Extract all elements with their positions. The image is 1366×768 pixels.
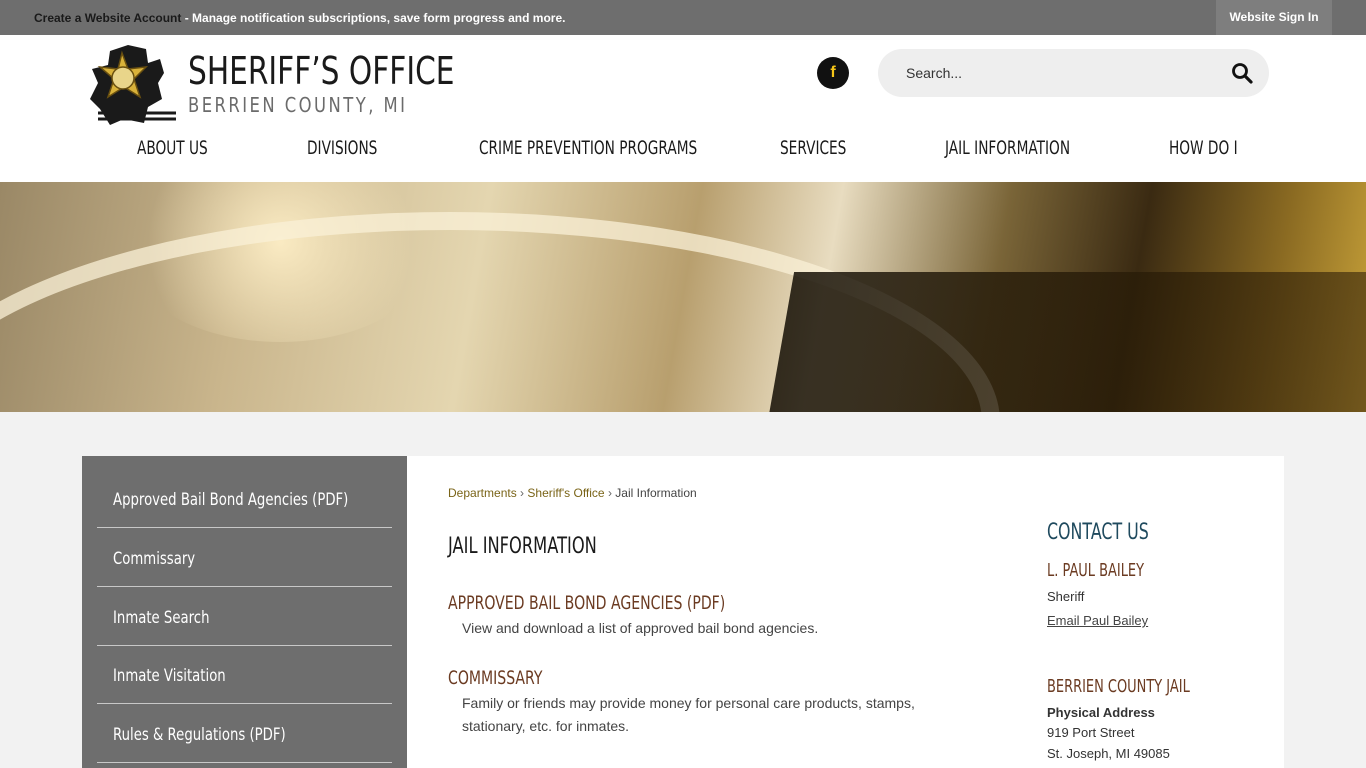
sidebar-item-inmate-search[interactable]: Inmate Search bbox=[97, 587, 392, 646]
contact-person-name: L. PAUL BAILEY bbox=[1047, 560, 1145, 581]
section-title-bail-bond[interactable]: APPROVED BAIL BOND AGENCIES (PDF) bbox=[448, 592, 725, 614]
hero-shadow bbox=[765, 272, 1366, 412]
sidebar-item-label: Commissary bbox=[113, 549, 196, 569]
sidebar-item-inmate-visitation[interactable]: Inmate Visitation bbox=[97, 645, 392, 704]
section-title-commissary[interactable]: COMMISSARY bbox=[448, 667, 542, 689]
nav-item-jail-information[interactable]: JAIL INFORMATION bbox=[945, 137, 1070, 159]
sidebar-item-rules[interactable]: Rules & Regulations (PDF) bbox=[97, 704, 392, 763]
sidebar-item-label: Rules & Regulations (PDF) bbox=[113, 725, 286, 745]
main-content: Departments › Sheriff's Office › Jail In… bbox=[407, 456, 1284, 768]
site-subtitle: BERRIEN COUNTY, MI bbox=[188, 93, 408, 117]
search-icon[interactable] bbox=[1230, 61, 1254, 85]
sheriff-star-logo-icon[interactable] bbox=[88, 43, 180, 127]
nav-item-crime-prevention[interactable]: CRIME PREVENTION PROGRAMS bbox=[479, 137, 697, 159]
website-sign-in-button[interactable]: Website Sign In bbox=[1216, 0, 1332, 35]
sidebar-item-label: Inmate Visitation bbox=[113, 666, 226, 686]
breadcrumb-link-sheriffs-office[interactable]: Sheriff's Office bbox=[527, 486, 604, 500]
create-account-description: - Manage notification subscriptions, sav… bbox=[181, 11, 566, 25]
contact-person-title: Sheriff bbox=[1047, 589, 1085, 604]
nav-item-about-us[interactable]: ABOUT US bbox=[137, 137, 208, 159]
section-desc-commissary: Family or friends may provide money for … bbox=[462, 695, 915, 734]
top-bar: Create a Website Account - Manage notifi… bbox=[0, 0, 1366, 35]
contact-email-link[interactable]: Email Paul Bailey bbox=[1047, 613, 1148, 628]
site-header: SHERIFF’S OFFICE BERRIEN COUNTY, MI f AB… bbox=[0, 35, 1366, 182]
search-input[interactable] bbox=[906, 63, 1206, 83]
breadcrumb: Departments › Sheriff's Office › Jail In… bbox=[448, 486, 697, 500]
breadcrumb-separator: › bbox=[607, 486, 612, 500]
site-title[interactable]: SHERIFF’S OFFICE bbox=[188, 49, 455, 93]
address-label: Physical Address bbox=[1047, 705, 1155, 720]
nav-item-services[interactable]: SERVICES bbox=[780, 137, 846, 159]
page-title: JAIL INFORMATION bbox=[448, 534, 597, 559]
sidebar-item-bail-bond[interactable]: Approved Bail Bond Agencies (PDF) bbox=[97, 469, 392, 528]
sidebar-item-commissary[interactable]: Commissary bbox=[97, 528, 392, 587]
main-nav: ABOUT US DIVISIONS CRIME PREVENTION PROG… bbox=[0, 135, 1366, 163]
sidebar-item-label: Inmate Search bbox=[113, 608, 210, 628]
contact-heading: CONTACT US bbox=[1047, 520, 1149, 545]
sidebar: Approved Bail Bond Agencies (PDF) Commis… bbox=[82, 456, 407, 768]
create-account-link[interactable]: Create a Website Account - Manage notifi… bbox=[34, 11, 565, 25]
breadcrumb-link-departments[interactable]: Departments bbox=[448, 486, 517, 500]
nav-item-divisions[interactable]: DIVISIONS bbox=[307, 137, 377, 159]
section-desc-bail-bond: View and download a list of approved bai… bbox=[462, 620, 819, 636]
address-street: 919 Port Street bbox=[1047, 725, 1135, 740]
create-account-bold[interactable]: Create a Website Account bbox=[34, 11, 181, 25]
address-city: St. Joseph, MI 49085 bbox=[1047, 746, 1170, 761]
sidebar-item-label: Approved Bail Bond Agencies (PDF) bbox=[113, 490, 349, 510]
breadcrumb-current: Jail Information bbox=[615, 486, 697, 500]
hero-banner-image bbox=[0, 182, 1366, 412]
search-box bbox=[878, 49, 1269, 97]
facebook-icon[interactable]: f bbox=[817, 57, 849, 89]
facility-name: BERRIEN COUNTY JAIL bbox=[1047, 676, 1190, 697]
breadcrumb-separator: › bbox=[520, 486, 525, 500]
nav-item-how-do-i[interactable]: HOW DO I bbox=[1169, 137, 1238, 159]
